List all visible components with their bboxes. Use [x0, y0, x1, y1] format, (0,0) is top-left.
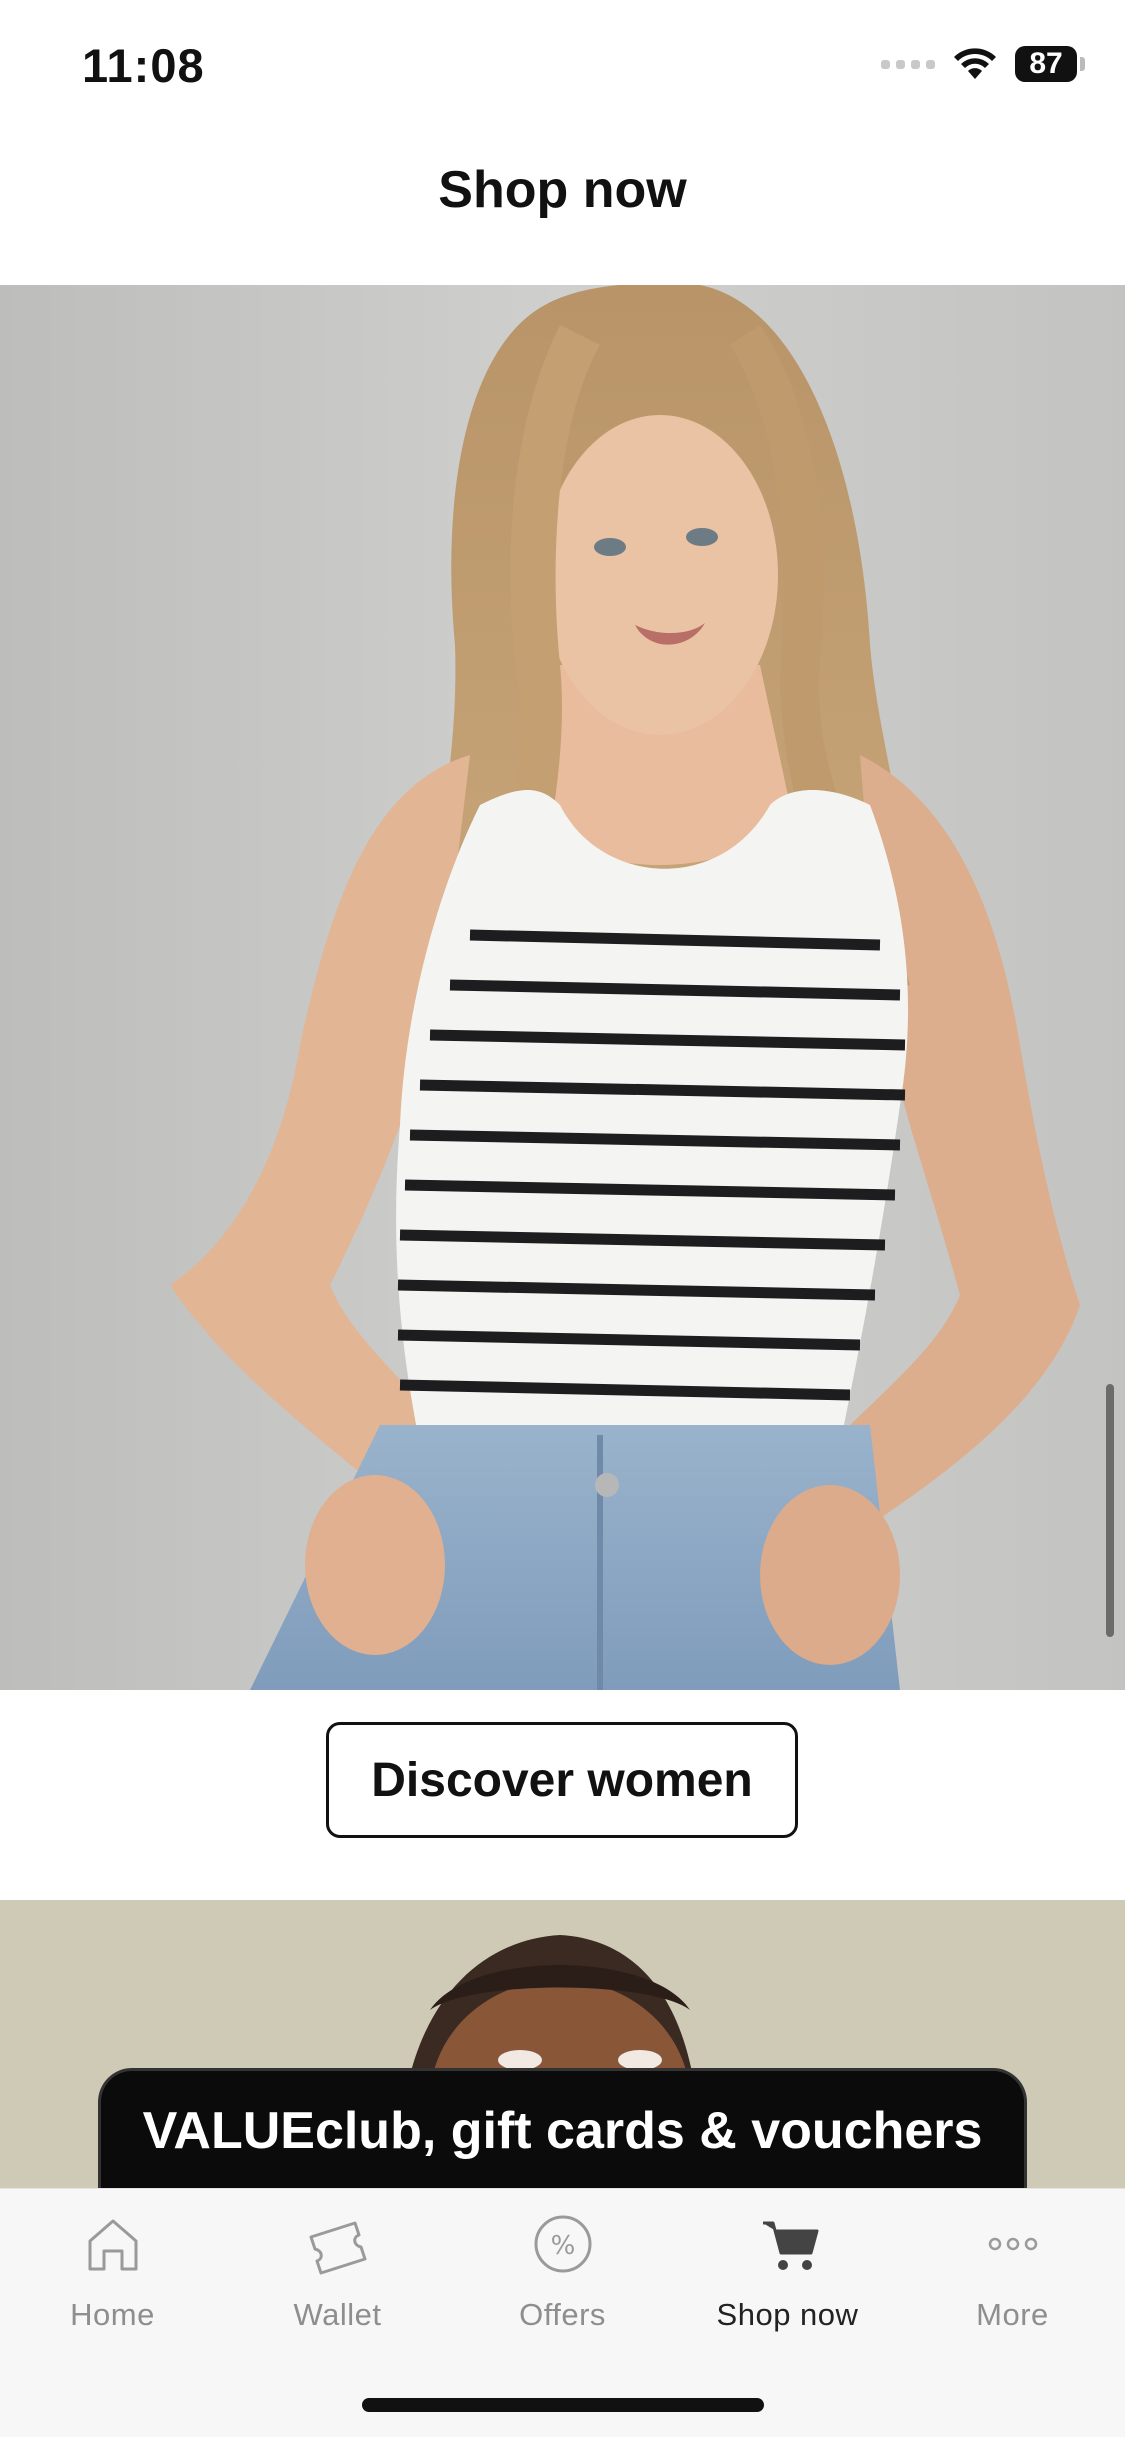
scrollbar[interactable]: [1106, 1384, 1114, 1637]
percent-icon: %: [534, 2215, 591, 2273]
cart-icon: [762, 2221, 818, 2270]
status-time: 11:08: [82, 39, 205, 92]
model-photo: [0, 285, 1125, 1690]
tab-label: More: [976, 2297, 1049, 2332]
home-indicator[interactable]: [362, 2398, 764, 2412]
tab-label: Home: [70, 2297, 155, 2332]
tab-more[interactable]: More: [900, 2209, 1125, 2359]
cellular-signal-icon: [881, 59, 935, 69]
tab-wallet[interactable]: Wallet: [225, 2209, 450, 2359]
home-icon: [88, 2219, 137, 2271]
tab-offers[interactable]: % Offers: [450, 2209, 675, 2359]
more-dots-icon: [988, 2237, 1037, 2251]
tab-label: Offers: [519, 2297, 606, 2332]
page-title: Shop now: [438, 161, 687, 219]
ticket-icon: [309, 2221, 366, 2275]
svg-text:%: %: [550, 2231, 575, 2261]
tab-label: Wallet: [293, 2297, 382, 2332]
wifi-icon: [954, 48, 996, 79]
valueclub-banner-button[interactable]: VALUEclub, gift cards & vouchers: [98, 2068, 1027, 2190]
battery-icon: 87: [1015, 46, 1085, 82]
tab-label: Shop now: [716, 2297, 859, 2332]
discover-women-button[interactable]: Discover women: [326, 1722, 798, 1838]
tab-home[interactable]: Home: [0, 2209, 225, 2359]
battery-level: 87: [1015, 46, 1077, 82]
hero-image[interactable]: [0, 285, 1125, 1690]
tab-shop-now[interactable]: Shop now: [675, 2209, 900, 2359]
status-icons: 87: [881, 46, 1085, 82]
hero-cta-area: Discover women: [0, 1690, 1125, 1900]
status-bar: 11:08 87: [0, 0, 1125, 135]
